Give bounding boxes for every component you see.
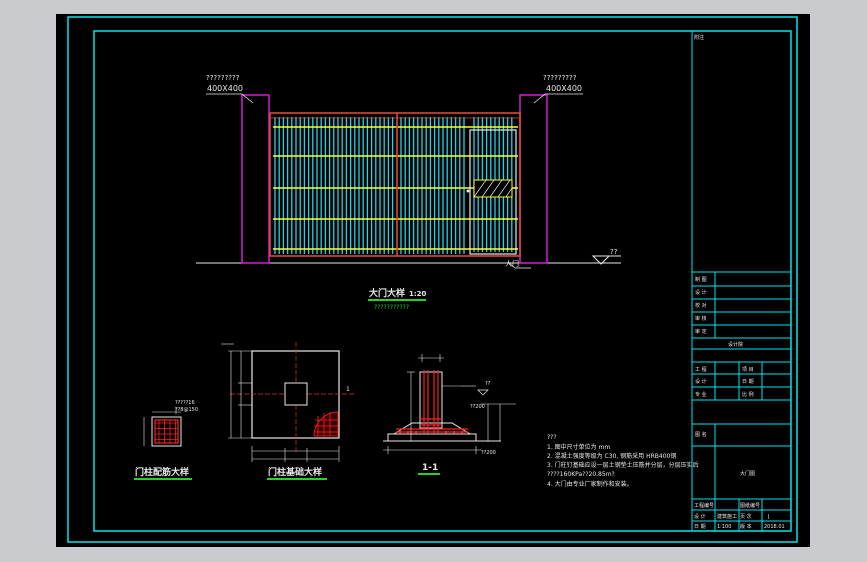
tb-info-3c: 比 例 [742,391,754,398]
column-rebar-grid [155,420,178,443]
detail1-note-a: ?????16 [175,400,195,406]
gate-elevation: ?? ????????? 400X400 ????????? 400X400 人… [196,74,621,311]
pillar-size-left: 400X400 [207,84,243,93]
cad-viewport[interactable]: ?? ????????? 400X400 ????????? 400X400 人… [56,14,810,547]
tb-bottom-1a: 工程编号 [694,502,714,509]
tb-info-1c: 项 目 [742,367,754,373]
section-tag-2: ??200 [481,450,496,456]
pillar-size-right: 400X400 [546,84,582,93]
section-cut-mark: 1 [346,386,350,393]
tb-row-1: 制 图 [695,276,707,283]
tb-top-label: 附注 [694,34,704,41]
tb-bottom-3c: 版 本 [740,523,752,530]
section-tag-3: ?? [485,381,491,387]
section-dimensions [383,354,516,454]
tb-row-5: 审 定 [695,328,707,335]
right-pillar [519,94,548,264]
inner-frame [93,30,792,532]
notes-line-2: 2. 混凝土强度等级为 C30, 钢筋采用 HRB400钢 [547,452,676,460]
tb-row-3: 校 对 [695,302,707,309]
tb-bottom-2b: 建筑施工 [717,513,737,520]
column-footprint [284,382,308,406]
pillar-note-right: ????????? [543,74,577,82]
tb-drawing-name: 大门图 [740,470,755,477]
door-tag: 人门 [505,259,519,268]
section-1-1-detail: ?? ??200 ??200 1-1 [383,354,516,475]
tb-info-1a: 工 程 [695,366,707,373]
detail1-note-b: ??8@150 [175,407,198,413]
title-block-text: 附注 制 图 设 计 校 对 审 核 审 定 设计院 工 程 项 目 设 计 日… [694,34,785,530]
tb-row-4: 审 核 [695,315,707,322]
door-handle [466,189,470,193]
tb-info-3a: 专 业 [695,391,707,398]
foundation-plan-detail: 1 门柱基础大样 [221,342,354,480]
tb-info-2a: 设 计 [695,378,707,385]
tb-bottom-2a: 设 计 [694,513,706,520]
notes-line-3: 3. 门柱钉基础应设一层土钢垫土压筋并分层，分层压实后 [547,461,699,469]
ground-mark: ?? [610,248,618,256]
detail2-title: 门柱基础大样 [268,466,322,478]
tb-bottom-3a: 日 期 [694,524,706,530]
tb-bottom-1c: 图纸编号 [740,502,760,509]
pillar-note-left: ????????? [206,74,240,82]
tb-drawing-label: 图 名 [695,431,707,438]
section-footing-base [387,433,477,442]
column-rebar-detail: ?????16 ??8@150 门柱配筋大样 [134,400,198,480]
gate-drawing-sheet: ?? ????????? 400X400 ????????? 400X400 人… [67,16,798,543]
tb-company: 设计院 [728,341,743,348]
main-subtitle: ??????????? [374,304,409,311]
tb-bottom-2c: 页 次 [740,513,752,520]
section-title: 1-1 [422,463,438,473]
tb-bottom-3b: 1:100 [717,524,731,530]
tb-bottom-3d: 2018.01 [764,524,785,530]
foundation-dimensions [221,343,340,462]
main-title: 大门大样 1:20 [369,287,427,299]
notes-line-4: ????160KPa??20.85m? [547,471,615,478]
column-section-outline [151,416,182,447]
section-tag-1: ??200 [470,404,485,410]
notes-heading: ??? [547,434,557,441]
tb-row-2: 设 计 [695,289,707,296]
left-pillar [241,94,270,264]
tb-info-2c: 日 期 [742,379,754,385]
notes-line-1: 1. 图中尺寸单位为 mm [547,443,610,451]
general-notes: ??? 1. 图中尺寸单位为 mm 2. 混凝土强度等级为 C30, 钢筋采用 … [547,434,699,488]
section-level-mark [477,389,489,396]
foundation-rebar-corner [313,411,339,437]
detail1-title: 门柱配筋大样 [135,466,189,478]
title-block [691,31,791,531]
tb-bottom-2d: J [767,514,769,520]
notes-line-5: 4. 大门由专业厂家制作和安装。 [547,480,633,488]
section-rebar [396,370,468,433]
